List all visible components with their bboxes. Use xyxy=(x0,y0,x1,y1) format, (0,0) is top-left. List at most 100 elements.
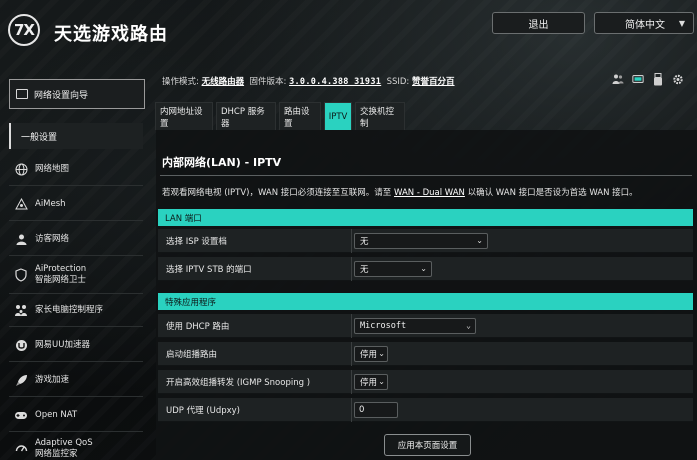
tab-iptv[interactable]: IPTV xyxy=(324,102,352,130)
row-divider xyxy=(351,257,352,281)
ssid-label: SSID: xyxy=(386,77,410,87)
rocket-icon xyxy=(14,373,28,387)
row-divider xyxy=(351,370,352,394)
sidebar-divider xyxy=(9,293,143,294)
sidebar-item-guest-network[interactable]: 访客网络 xyxy=(9,228,143,250)
dhcp-route-value: Microsoft xyxy=(360,321,407,331)
multicast-routing-label: 启动组播路由 xyxy=(166,350,218,360)
sidebar-item-label: AiProtection xyxy=(35,264,87,275)
sidebar-divider xyxy=(9,431,143,432)
guest-icon xyxy=(14,232,28,246)
apply-button[interactable]: 应用本页面设置 xyxy=(384,434,471,456)
chevron-down-icon: ▼ xyxy=(678,18,685,28)
description-text: 以确认 WAN 接口是否设为首选 WAN 接口。 xyxy=(464,188,638,198)
tab-switch-control[interactable]: 交换机控制 xyxy=(355,102,405,130)
gear-icon[interactable] xyxy=(672,72,684,86)
brand-title: 天选游戏路由 xyxy=(54,24,168,45)
mode-link[interactable]: 无线路由器 xyxy=(202,77,245,87)
status-icons xyxy=(612,72,684,86)
brand-logo[interactable]: 7X xyxy=(8,14,40,46)
sidebar-divider xyxy=(9,361,143,362)
description-text: 若观看网络电视 (IPTV)，WAN 接口必须连接至互联网。请至 xyxy=(162,188,394,198)
status-bar: 操作模式: 无线路由器 固件版本: 3.0.0.4.388_31931 SSID… xyxy=(162,75,455,87)
sidebar-item-label: AiMesh xyxy=(35,198,66,209)
language-select[interactable]: 简体中文 ▼ xyxy=(594,12,694,34)
sidebar-item-sublabel: 智能网络卫士 xyxy=(35,275,87,285)
dhcp-route-label: 使用 DHCP 路由 xyxy=(166,322,230,332)
sidebar-item-label: 游戏加速 xyxy=(35,374,70,385)
igmp-snooping-select[interactable]: 停用 ⌄ xyxy=(354,374,388,390)
sidebar-divider xyxy=(9,255,143,256)
qos-icon xyxy=(14,442,28,456)
wizard-icon xyxy=(16,89,28,99)
multicast-routing-row: 启动组播路由 停用 ⌄ xyxy=(158,342,693,366)
sidebar-divider xyxy=(9,220,143,221)
language-label: 简体中文 xyxy=(625,19,665,31)
ssid-link[interactable]: 赞誉百分百 xyxy=(412,77,455,87)
chevron-down-icon: ⌄ xyxy=(420,264,427,273)
chevron-down-icon: ⌄ xyxy=(476,236,483,245)
globe-icon xyxy=(14,162,28,176)
sidebar-divider xyxy=(9,396,143,397)
iptv-stb-port-select[interactable]: 无 ⌄ xyxy=(354,261,432,277)
sidebar-item-aimesh[interactable]: AiMesh xyxy=(9,193,143,215)
special-apps-header: 特殊应用程序 xyxy=(158,293,693,310)
firmware-link[interactable]: 3.0.0.4.388_31931 xyxy=(289,77,381,87)
sidebar-item-open-nat[interactable]: Open NAT xyxy=(9,404,143,426)
iptv-stb-port-value: 无 xyxy=(360,265,369,275)
sidebar-item-label: Adaptive QoS xyxy=(35,437,93,448)
sidebar-item-label: 网络地图 xyxy=(35,163,70,174)
igmp-snooping-label: 开启高效组播转发 (IGMP Snooping ) xyxy=(166,378,311,388)
udpxy-input[interactable]: 0 xyxy=(354,402,398,418)
iptv-stb-port-row: 选择 IPTV STB 的端口 无 ⌄ xyxy=(158,257,693,281)
sidebar-item-aiprotection[interactable]: AiProtection 智能网络卫士 xyxy=(9,261,143,289)
general-settings-header: 一般设置 xyxy=(9,123,143,149)
shield-icon xyxy=(14,268,28,282)
sidebar-item-uu-accelerator[interactable]: 网易UU加速器 xyxy=(9,334,143,356)
quick-setup-label: 网络设置向导 xyxy=(34,90,89,101)
multicast-routing-value: 停用 xyxy=(360,350,378,360)
igmp-snooping-row: 开启高效组播转发 (IGMP Snooping ) 停用 ⌄ xyxy=(158,370,693,394)
sidebar-item-sublabel: 网络监控家 xyxy=(35,448,78,459)
isp-profile-label: 选择 ISP 设置档 xyxy=(166,237,227,247)
family-icon xyxy=(14,303,28,317)
row-divider xyxy=(351,314,352,338)
sidebar-item-label: 访客网络 xyxy=(35,233,70,244)
udpxy-value: 0 xyxy=(359,405,365,415)
tab-lan-ip[interactable]: 内网地址设置 xyxy=(155,102,213,130)
sidebar-divider xyxy=(9,326,143,327)
sidebar-item-label: Open NAT xyxy=(35,409,78,420)
firmware-label: 固件版本: xyxy=(249,77,287,87)
tab-dhcp-server[interactable]: DHCP 服务器 xyxy=(216,102,276,130)
igmp-snooping-value: 停用 xyxy=(360,378,378,388)
row-divider xyxy=(351,229,352,253)
dhcp-route-row: 使用 DHCP 路由 Microsoft ⌄ xyxy=(158,314,693,338)
sidebar-item-network-map[interactable]: 网络地图 xyxy=(9,158,143,180)
users-icon[interactable] xyxy=(612,72,624,86)
logout-button[interactable]: 退出 xyxy=(492,12,585,34)
udpxy-row: UDP 代理 (Udpxy) 0 xyxy=(158,398,693,422)
tab-bar: 内网地址设置 DHCP 服务器 路由设置 IPTV 交换机控制 xyxy=(155,102,405,130)
dual-wan-link[interactable]: WAN - Dual WAN xyxy=(394,188,465,198)
row-divider xyxy=(351,342,352,366)
iptv-stb-port-label: 选择 IPTV STB 的端口 xyxy=(166,265,252,275)
sidebar-item-parental-controls[interactable]: 家长电脑控制程序 xyxy=(9,299,143,321)
sidebar-divider xyxy=(9,185,143,186)
sidebar-item-label: 家长电脑控制程序 xyxy=(35,304,104,315)
gamepad-icon xyxy=(14,408,28,422)
isp-profile-row: 选择 ISP 设置档 无 ⌄ xyxy=(158,229,693,253)
network-icon[interactable] xyxy=(632,72,644,86)
sidebar-item-label: 网易UU加速器 xyxy=(35,339,90,350)
title-divider xyxy=(160,175,692,176)
quick-setup-button[interactable]: 网络设置向导 xyxy=(9,79,145,109)
usb-icon[interactable] xyxy=(652,72,664,86)
udpxy-label: UDP 代理 (Udpxy) xyxy=(166,406,241,416)
isp-profile-select[interactable]: 无 ⌄ xyxy=(354,233,488,249)
isp-profile-value: 无 xyxy=(360,237,369,247)
sidebar-item-game-boost[interactable]: 游戏加速 xyxy=(9,369,143,391)
multicast-routing-select[interactable]: 停用 ⌄ xyxy=(354,346,388,362)
sidebar-item-adaptive-qos[interactable]: Adaptive QoS 网络监控家 xyxy=(9,437,143,460)
lan-port-header: LAN 端口 xyxy=(158,209,693,226)
dhcp-route-select[interactable]: Microsoft ⌄ xyxy=(354,318,476,334)
tab-route[interactable]: 路由设置 xyxy=(279,102,321,130)
